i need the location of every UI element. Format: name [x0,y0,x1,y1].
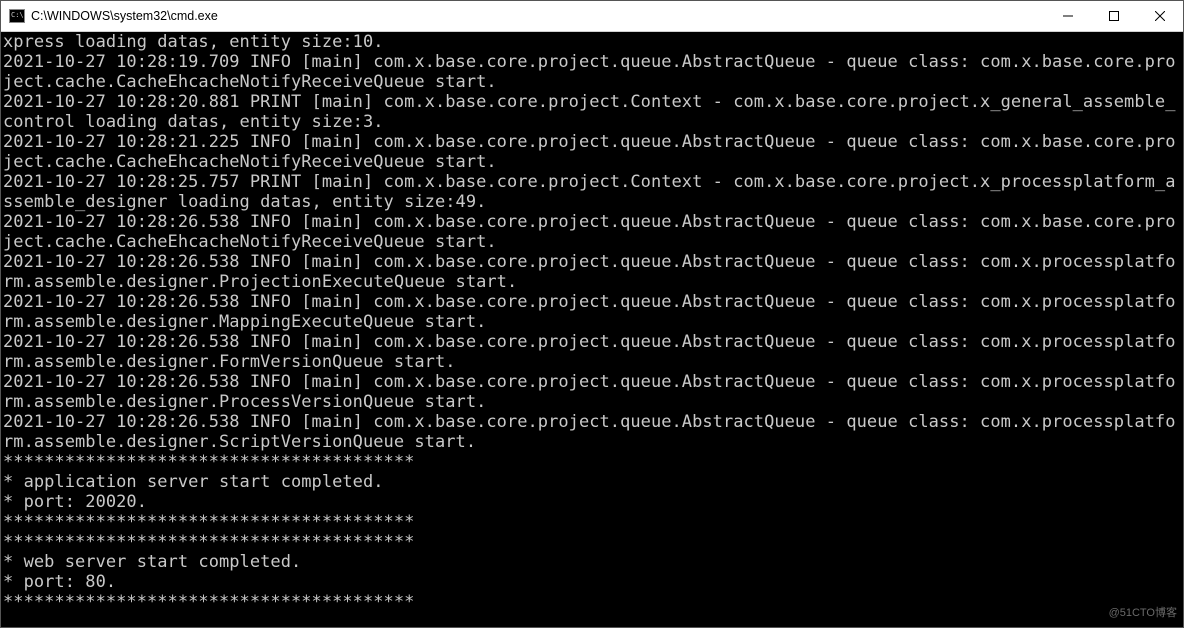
terminal-line: **************************************** [3,512,1181,532]
terminal-line: **************************************** [3,452,1181,472]
terminal-line: 2021-10-27 10:28:20.881 PRINT [main] com… [3,92,1181,132]
terminal-line: **************************************** [3,532,1181,552]
terminal-line: **************************************** [3,592,1181,612]
terminal-line: 2021-10-27 10:28:26.538 INFO [main] com.… [3,252,1181,292]
terminal-line: * port: 80. [3,572,1181,592]
terminal-line: 2021-10-27 10:28:19.709 INFO [main] com.… [3,52,1181,92]
cmd-window: C:\ C:\WINDOWS\system32\cmd.exe xpress l… [0,0,1184,628]
terminal-line: 2021-10-27 10:28:26.538 INFO [main] com.… [3,372,1181,412]
window-title: C:\WINDOWS\system32\cmd.exe [31,9,1045,23]
minimize-button[interactable] [1045,1,1091,31]
terminal-line: 2021-10-27 10:28:25.757 PRINT [main] com… [3,172,1181,212]
terminal-line: xpress loading datas, entity size:10. [3,32,1181,52]
window-controls [1045,1,1183,31]
cmd-icon: C:\ [9,8,25,24]
terminal-line: 2021-10-27 10:28:26.538 INFO [main] com.… [3,412,1181,452]
terminal-output[interactable]: xpress loading datas, entity size:10.202… [1,32,1183,627]
terminal-line: 2021-10-27 10:28:26.538 INFO [main] com.… [3,332,1181,372]
close-button[interactable] [1137,1,1183,31]
titlebar[interactable]: C:\ C:\WINDOWS\system32\cmd.exe [1,1,1183,32]
terminal-line: * port: 20020. [3,492,1181,512]
watermark: @51CTO博客 [1109,603,1177,623]
terminal-line: * application server start completed. [3,472,1181,492]
terminal-line: 2021-10-27 10:28:26.538 INFO [main] com.… [3,292,1181,332]
maximize-button[interactable] [1091,1,1137,31]
terminal-line: * web server start completed. [3,552,1181,572]
svg-text:C:\: C:\ [11,11,24,19]
terminal-line: 2021-10-27 10:28:26.538 INFO [main] com.… [3,212,1181,252]
terminal-line: 2021-10-27 10:28:21.225 INFO [main] com.… [3,132,1181,172]
